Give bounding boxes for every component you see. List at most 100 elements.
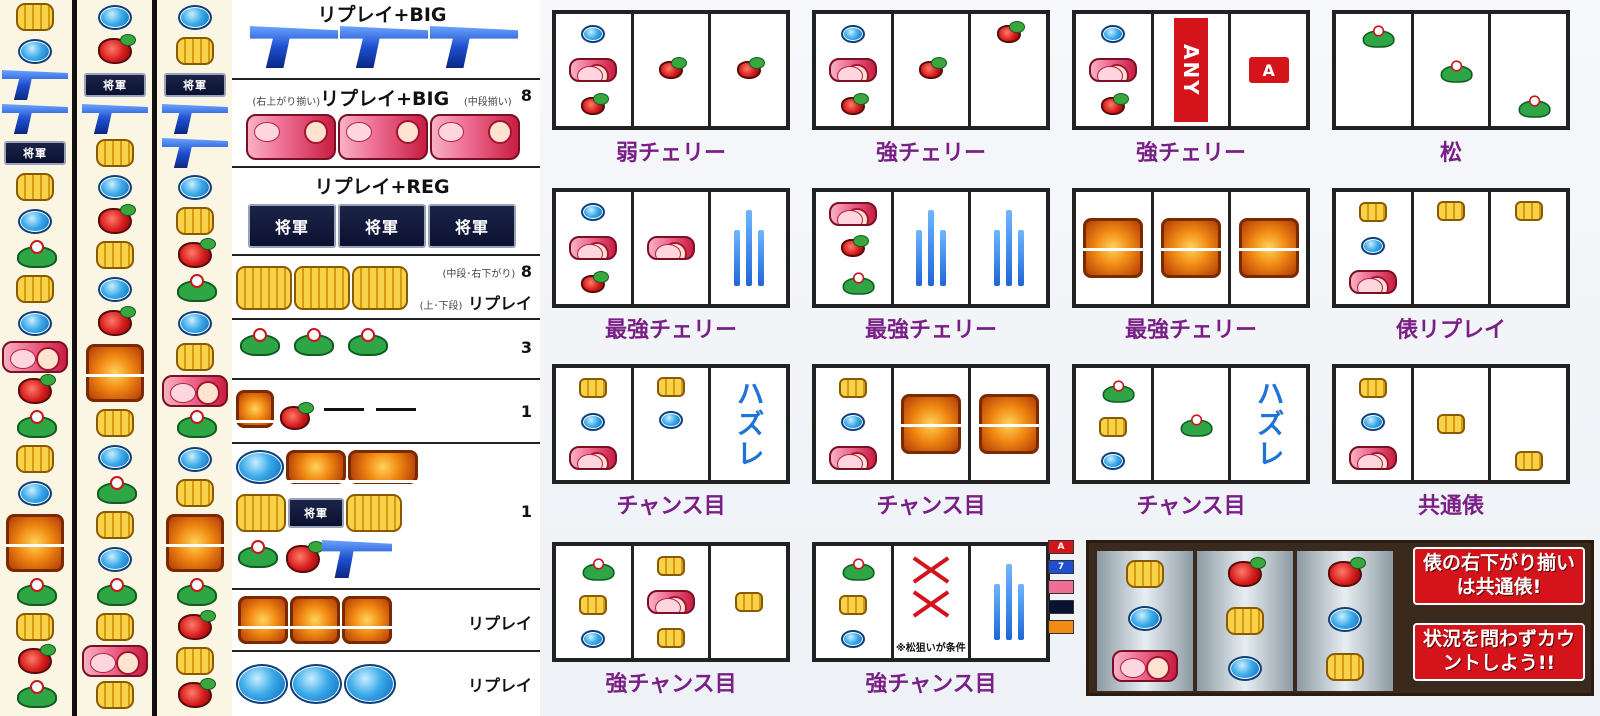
payout-value-text: リプレイ: [467, 294, 532, 313]
cherry-icon: [178, 610, 216, 640]
pine-icon: [581, 558, 615, 582]
reel-cell: [816, 192, 891, 304]
reel-symbol: [160, 644, 230, 678]
payout-row-replay-big-seven: リプレイ+BIG: [232, 0, 540, 80]
role-card-common-bale: [1332, 364, 1570, 484]
pine-icon: [175, 578, 217, 608]
role-label: チャンス目: [1136, 494, 1246, 519]
cherry-icon: [1328, 557, 1366, 588]
payout-symbols: [246, 114, 520, 160]
princess-icon: [829, 201, 878, 226]
reel-symbol: [80, 272, 150, 306]
princess-icon: [647, 590, 695, 614]
replay-icon: [98, 174, 132, 200]
reel-cell: [630, 546, 709, 658]
any-stop-bars-icon: [993, 564, 1024, 640]
bell-icon: [579, 594, 608, 615]
cherry-icon: [581, 93, 610, 116]
legend-seven-icon: 7: [1048, 560, 1074, 574]
bell-icon: [96, 681, 134, 709]
replay-icon: [841, 24, 866, 43]
reel-symbol: [80, 34, 150, 68]
reel-cell: [816, 14, 891, 126]
pine-icon: [15, 410, 57, 440]
seven-icon: [322, 540, 392, 578]
replay-icon: [178, 4, 212, 30]
reel-symbol: [160, 476, 230, 510]
bell-icon: [657, 377, 685, 397]
reel-cell: [816, 546, 891, 658]
payout-symbols: [238, 328, 396, 368]
cherry-icon: [18, 644, 56, 674]
princess-icon: [569, 445, 618, 470]
payout-title: リプレイ+REG: [314, 176, 450, 198]
cherry-icon: [280, 402, 314, 430]
replay-icon: [659, 411, 683, 429]
bell-icon: [346, 494, 402, 532]
replay-icon: [236, 664, 288, 704]
reel-cell: [708, 14, 786, 126]
gold-seal-icon: [348, 450, 418, 484]
role-card-strong-cherry-any: ANY A: [1072, 10, 1310, 130]
reel-cell: [1336, 368, 1411, 480]
reel-symbol: [80, 610, 150, 644]
reel-symbol: [80, 644, 150, 678]
gold-seal-icon: [286, 450, 346, 484]
hazure-text: ハズレ: [1252, 379, 1286, 469]
pine-icon: [1517, 95, 1551, 118]
replay-icon: [178, 174, 212, 200]
gold-seal-icon: [166, 514, 224, 572]
callout-reel-center: [1197, 551, 1293, 691]
cherry-icon: [1228, 557, 1266, 588]
replay-icon: [1228, 655, 1262, 681]
bell-icon: [657, 556, 685, 576]
bell-icon: [176, 343, 214, 371]
replay-icon: [841, 412, 866, 431]
role-label: チャンス目: [876, 494, 986, 519]
common-bale-callout: 俵の右下がり揃いは共通俵! 状況を問わずカウントしよう!!: [1086, 540, 1594, 696]
cherry-icon: [286, 541, 324, 573]
cross-mark-icon: [914, 591, 948, 617]
reel-symbol: [0, 102, 70, 136]
princess-icon: [647, 236, 695, 260]
reel-symbol: [0, 0, 70, 34]
role-label: 共通俵: [1417, 494, 1484, 519]
princess-icon: [162, 375, 228, 407]
bell-icon: [1514, 451, 1543, 471]
seven-icon: [430, 26, 518, 68]
princess-icon: [2, 341, 68, 373]
reel-symbol: [0, 510, 70, 576]
princess-icon: [569, 57, 618, 82]
bell-icon: [16, 173, 54, 201]
princess-icon: [829, 445, 878, 470]
cherry-icon: [178, 238, 216, 268]
reel-cell: [816, 368, 891, 480]
payout-row-misc: 将軍 1: [232, 444, 540, 590]
reel-strip: 将軍 将軍 将軍: [0, 0, 232, 716]
payout-note: (中段揃い): [463, 97, 512, 108]
reel-symbol: [160, 34, 230, 68]
payout-value-text: 8: [520, 262, 532, 281]
bell-icon: [16, 445, 54, 473]
bell-icon: [16, 3, 54, 31]
reel-symbol: [80, 306, 150, 340]
condition-note: ※松狙いが条件: [896, 643, 966, 654]
princess-icon: [430, 114, 520, 160]
payout-symbols: [236, 266, 408, 310]
princess-icon: [1089, 57, 1138, 82]
role-card-strong-chance-1: [552, 542, 790, 662]
gold-seal-icon: [290, 596, 340, 644]
seven-icon: [162, 138, 228, 168]
bell-icon: [839, 594, 868, 615]
seven-icon: [82, 104, 148, 134]
reel-symbol: [80, 136, 150, 170]
reel-symbol: [160, 136, 230, 170]
cherry-icon: [841, 234, 870, 257]
reel-symbol: [0, 442, 70, 476]
seven-icon: [2, 70, 68, 100]
reel-cell: [890, 14, 969, 126]
bell-icon: [176, 207, 214, 235]
payout-note: (中段･右下がり): [442, 269, 516, 280]
replay-icon: [1328, 607, 1362, 633]
payout-symbols: 将軍 将軍 将軍: [248, 204, 516, 248]
